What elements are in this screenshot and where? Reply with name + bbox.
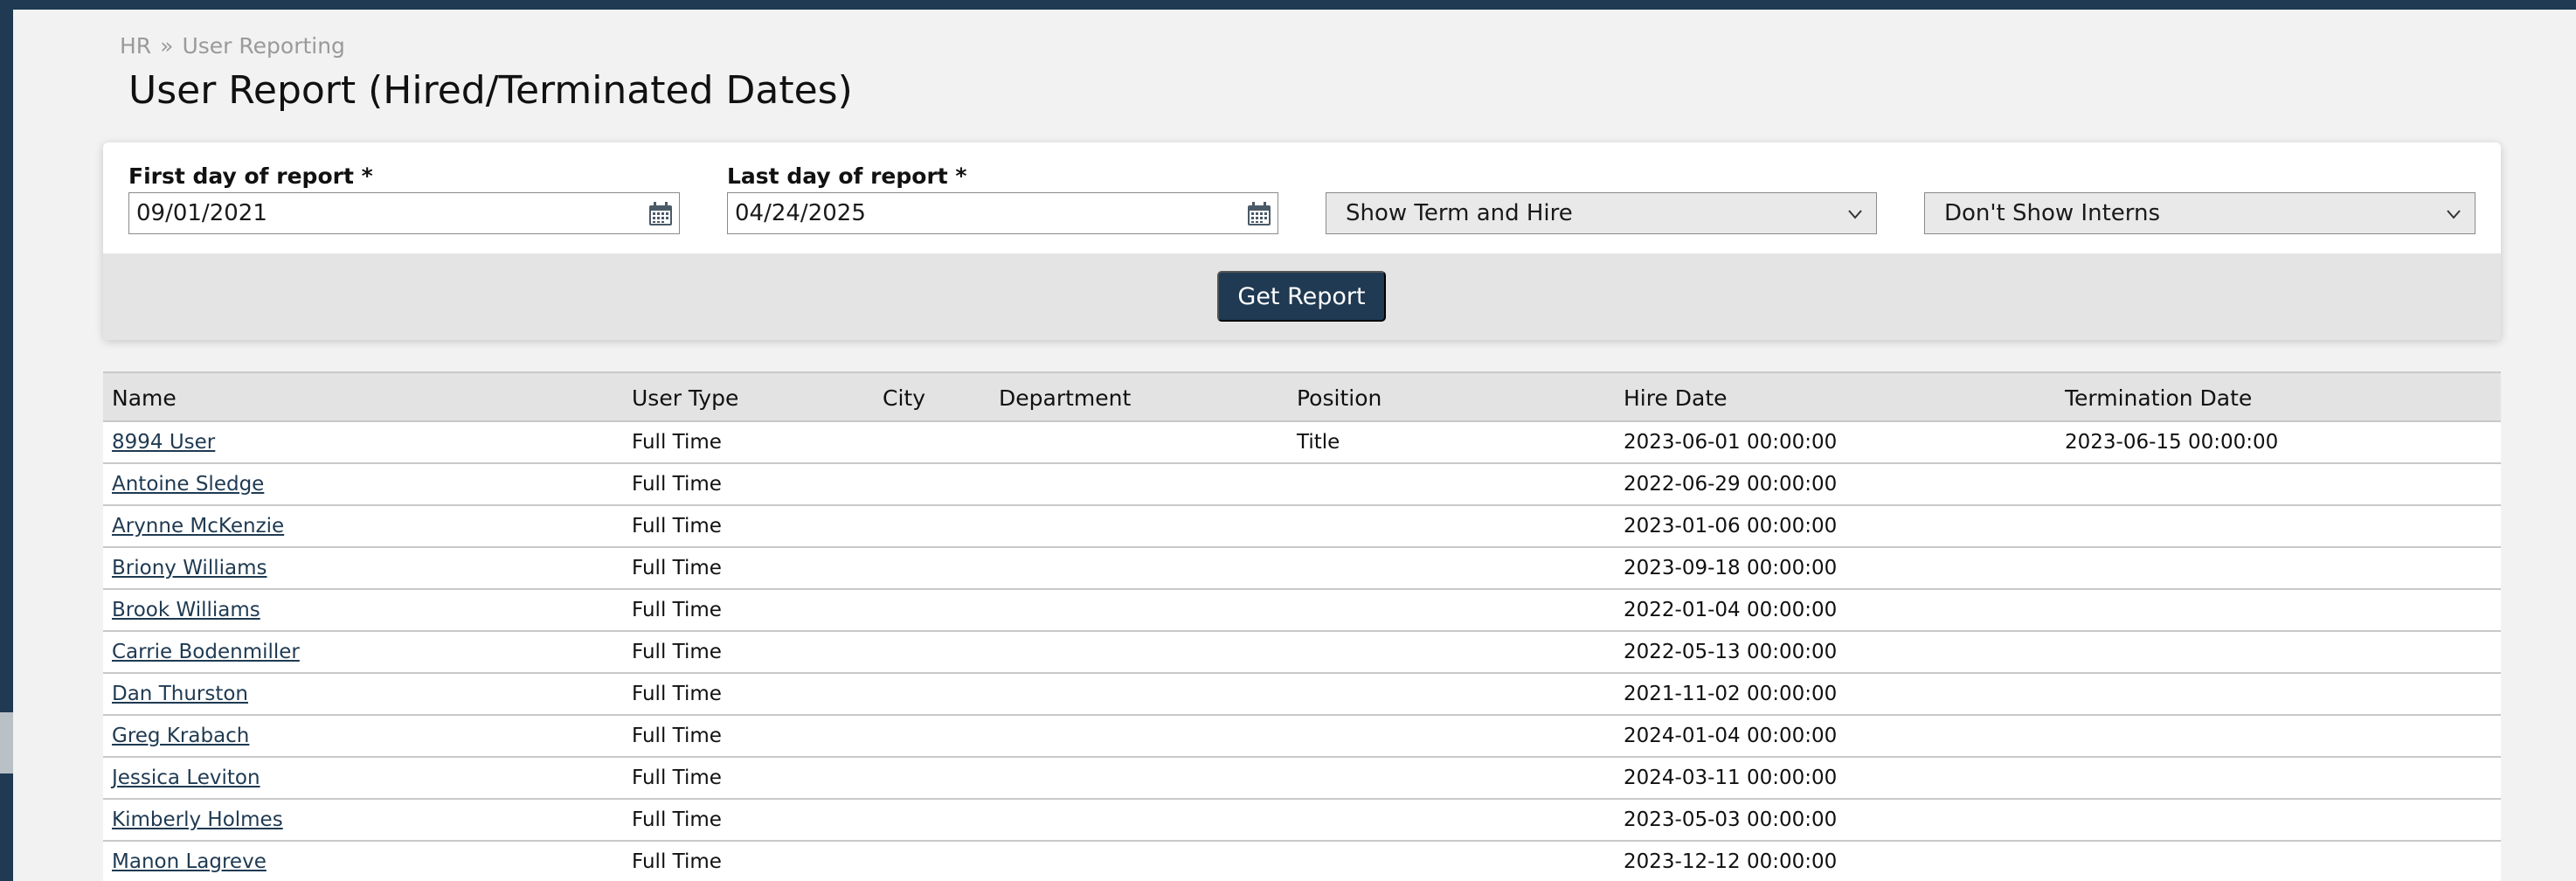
last-day-input[interactable]: 04/24/2025 <box>727 192 1278 234</box>
table-row: Manon Lagreve Full Time 2023-12-12 00:00… <box>103 842 2501 881</box>
top-app-bar <box>0 0 2576 10</box>
table-row: Arynne McKenzie Full Time 2023-01-06 00:… <box>103 506 2501 548</box>
user-type-cell: Full Time <box>632 515 722 538</box>
header-city[interactable]: City <box>883 385 925 411</box>
table-header: Name User Type City Department Position … <box>103 371 2501 422</box>
hire-date-cell: 2022-05-13 00:00:00 <box>1624 641 1838 663</box>
last-day-label: Last day of report * <box>727 163 967 189</box>
user-name-link[interactable]: Manon Lagreve <box>112 850 267 873</box>
header-name[interactable]: Name <box>112 385 177 411</box>
user-type-cell: Full Time <box>632 473 722 496</box>
last-day-value: 04/24/2025 <box>735 200 866 226</box>
header-department[interactable]: Department <box>999 385 1131 411</box>
user-name-link[interactable]: Brook Williams <box>112 599 260 621</box>
user-name-link[interactable]: Jessica Leviton <box>112 767 260 789</box>
header-position[interactable]: Position <box>1297 385 1381 411</box>
table-row: 8994 User Full Time Title 2023-06-01 00:… <box>103 422 2501 464</box>
sidebar-collapse-handle[interactable] <box>0 712 13 773</box>
user-type-cell: Full Time <box>632 641 722 663</box>
user-name-link[interactable]: Greg Krabach <box>112 725 249 747</box>
chevron-down-icon <box>1848 210 1862 219</box>
hire-date-cell: 2024-03-11 00:00:00 <box>1624 767 1838 789</box>
left-sidebar <box>0 10 13 881</box>
get-report-button[interactable]: Get Report <box>1217 271 1386 322</box>
user-name-link[interactable]: Carrie Bodenmiller <box>112 641 300 663</box>
user-name-link[interactable]: Kimberly Holmes <box>112 808 283 831</box>
first-day-label: First day of report * <box>128 163 373 189</box>
table-row: Carrie Bodenmiller Full Time 2022-05-13 … <box>103 632 2501 674</box>
table-row: Dan Thurston Full Time 2021-11-02 00:00:… <box>103 674 2501 716</box>
table-row: Jessica Leviton Full Time 2024-03-11 00:… <box>103 758 2501 800</box>
table-row: Brook Williams Full Time 2022-01-04 00:0… <box>103 590 2501 632</box>
user-type-cell: Full Time <box>632 557 722 579</box>
user-type-cell: Full Time <box>632 808 722 831</box>
user-type-cell: Full Time <box>632 599 722 621</box>
term-hire-select[interactable]: Show Term and Hire <box>1326 192 1877 234</box>
termination-date-cell: 2023-06-15 00:00:00 <box>2065 431 2279 454</box>
user-name-link[interactable]: Antoine Sledge <box>112 473 264 496</box>
user-name-link[interactable]: Arynne McKenzie <box>112 515 284 538</box>
report-table: Name User Type City Department Position … <box>103 371 2501 881</box>
user-name-link[interactable]: Briony Williams <box>112 557 267 579</box>
hire-date-cell: 2023-06-01 00:00:00 <box>1624 431 1838 454</box>
report-filter-panel: First day of report * 09/01/2021 Last da… <box>103 142 2501 340</box>
hire-date-cell: 2023-05-03 00:00:00 <box>1624 808 1838 831</box>
header-user-type[interactable]: User Type <box>632 385 738 411</box>
user-type-cell: Full Time <box>632 683 722 705</box>
user-type-cell: Full Time <box>632 850 722 873</box>
breadcrumb-user-reporting[interactable]: User Reporting <box>182 33 344 59</box>
breadcrumb-separator: » <box>160 33 174 59</box>
table-row: Antoine Sledge Full Time 2022-06-29 00:0… <box>103 464 2501 506</box>
breadcrumb: HR » User Reporting <box>120 33 345 59</box>
interns-select[interactable]: Don't Show Interns <box>1924 192 2476 234</box>
hire-date-cell: 2023-09-18 00:00:00 <box>1624 557 1838 579</box>
table-row: Kimberly Holmes Full Time 2023-05-03 00:… <box>103 800 2501 842</box>
hire-date-cell: 2023-12-12 00:00:00 <box>1624 850 1838 873</box>
header-termination-date[interactable]: Termination Date <box>2065 385 2252 411</box>
table-row: Briony Williams Full Time 2023-09-18 00:… <box>103 548 2501 590</box>
user-type-cell: Full Time <box>632 431 722 454</box>
breadcrumb-hr[interactable]: HR <box>120 33 151 59</box>
hire-date-cell: 2023-01-06 00:00:00 <box>1624 515 1838 538</box>
position-cell: Title <box>1297 431 1340 454</box>
header-hire-date[interactable]: Hire Date <box>1624 385 1728 411</box>
first-day-value: 09/01/2021 <box>136 200 267 226</box>
term-hire-selected: Show Term and Hire <box>1346 200 1573 226</box>
calendar-icon[interactable] <box>1246 201 1272 227</box>
table-row: Greg Krabach Full Time 2024-01-04 00:00:… <box>103 716 2501 758</box>
hire-date-cell: 2024-01-04 00:00:00 <box>1624 725 1838 747</box>
hire-date-cell: 2022-01-04 00:00:00 <box>1624 599 1838 621</box>
first-day-input[interactable]: 09/01/2021 <box>128 192 680 234</box>
calendar-icon[interactable] <box>647 201 674 227</box>
page-title: User Report (Hired/Terminated Dates) <box>128 68 853 113</box>
hire-date-cell: 2022-06-29 00:00:00 <box>1624 473 1838 496</box>
user-name-link[interactable]: 8994 User <box>112 431 215 454</box>
interns-selected: Don't Show Interns <box>1944 200 2161 226</box>
user-name-link[interactable]: Dan Thurston <box>112 683 248 705</box>
hire-date-cell: 2021-11-02 00:00:00 <box>1624 683 1838 705</box>
chevron-down-icon <box>2447 210 2461 219</box>
user-type-cell: Full Time <box>632 767 722 789</box>
user-type-cell: Full Time <box>632 725 722 747</box>
